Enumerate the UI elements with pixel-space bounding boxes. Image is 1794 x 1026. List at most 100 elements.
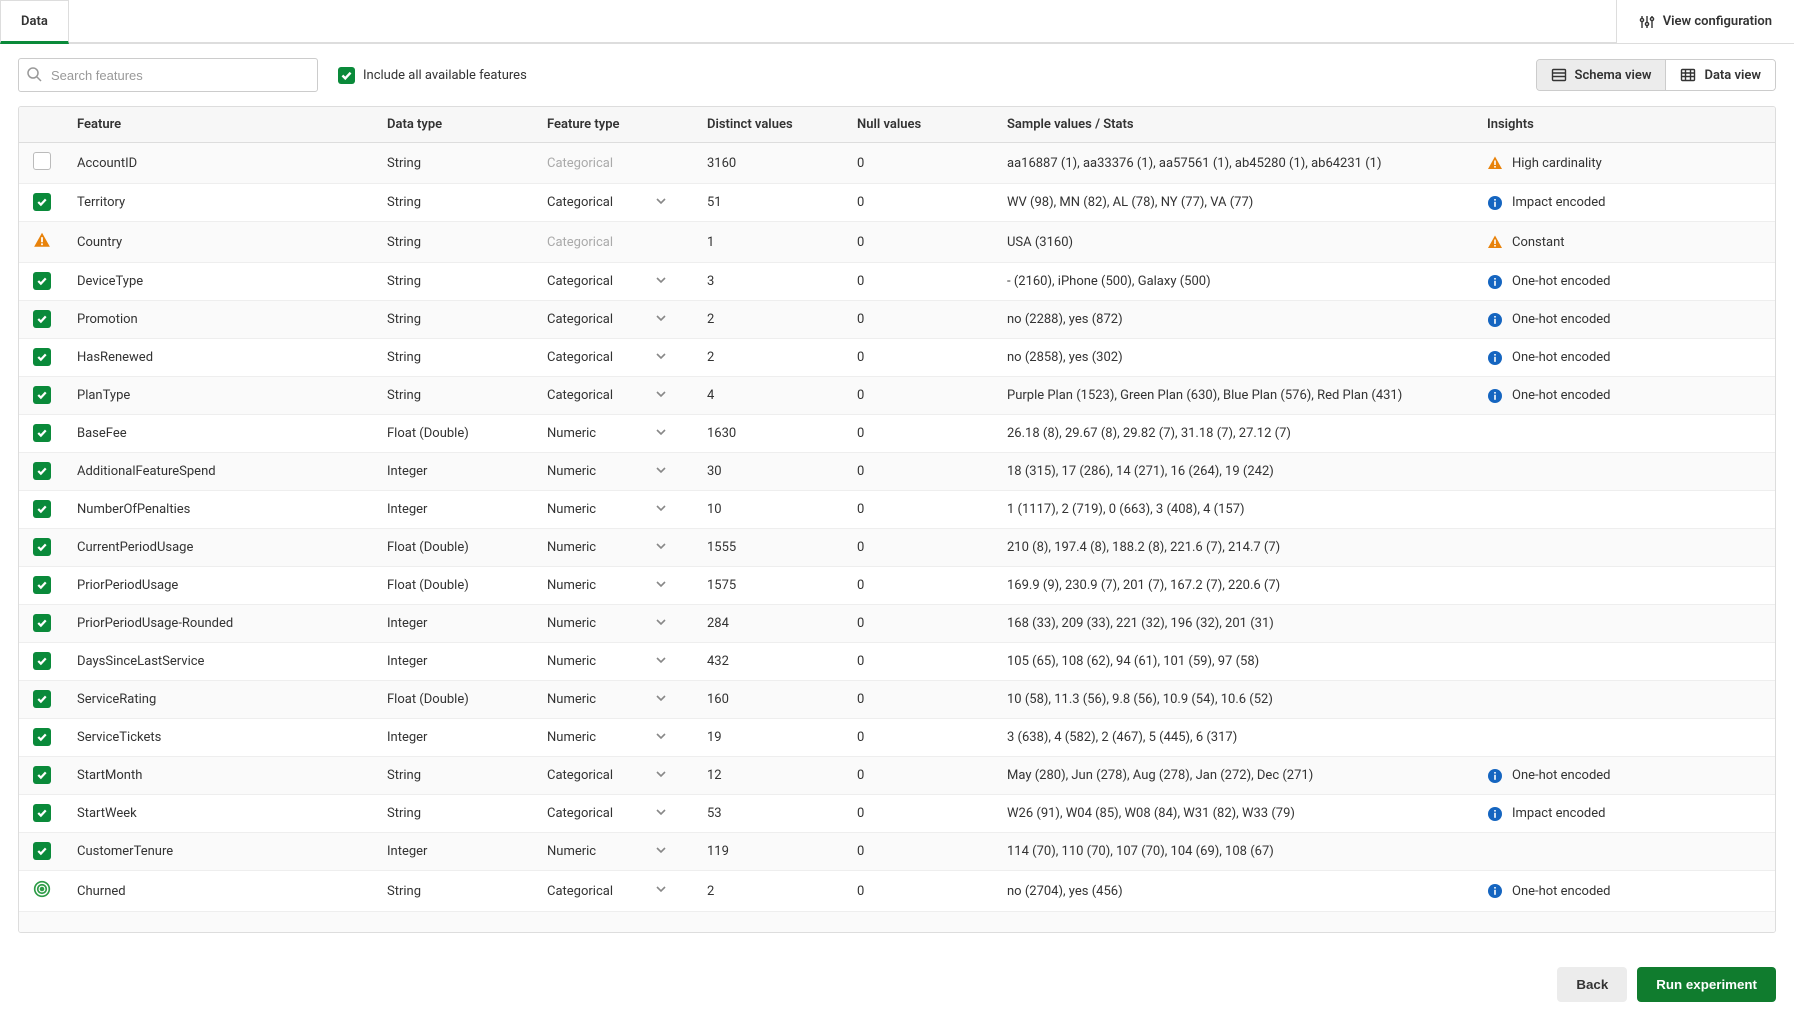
schema-view-button[interactable]: Schema view [1537, 60, 1666, 90]
cell-status [19, 529, 65, 567]
col-header-select [19, 107, 65, 143]
cell-sample: 210 (8), 197.4 (8), 188.2 (8), 221.6 (7)… [995, 529, 1475, 567]
row-checkbox-on[interactable] [33, 804, 51, 822]
cell-datatype: Integer [375, 491, 535, 529]
view-configuration-button[interactable]: View configuration [1616, 0, 1794, 43]
row-checkbox-on[interactable] [33, 576, 51, 594]
feature-type-select[interactable]: Categorical [547, 883, 667, 899]
cell-distinct: 51 [695, 184, 845, 222]
cell-featuretype: Numeric [535, 833, 695, 871]
row-checkbox-on[interactable] [33, 614, 51, 632]
run-experiment-button[interactable]: Run experiment [1637, 967, 1776, 1002]
row-checkbox-off[interactable] [33, 152, 51, 170]
row-checkbox-on[interactable] [33, 842, 51, 860]
col-header-feature[interactable]: Feature [65, 107, 375, 143]
back-button[interactable]: Back [1557, 967, 1627, 1002]
feature-type-select[interactable]: Numeric [547, 844, 667, 860]
feature-type-select[interactable]: Numeric [547, 578, 667, 594]
cell-nulls: 0 [845, 757, 995, 795]
cell-status [19, 491, 65, 529]
cell-sample: USA (3160) [995, 222, 1475, 263]
feature-type-select[interactable]: Numeric [547, 616, 667, 632]
info-icon [1487, 312, 1503, 328]
feature-type-value: Categorical [547, 884, 613, 899]
cell-datatype: Float (Double) [375, 529, 535, 567]
feature-type-select[interactable]: Numeric [547, 730, 667, 746]
data-view-button[interactable]: Data view [1665, 60, 1775, 90]
insight-text: Impact encoded [1512, 195, 1605, 210]
row-checkbox-on[interactable] [33, 538, 51, 556]
cell-sample: 10 (58), 11.3 (56), 9.8 (56), 10.9 (54),… [995, 681, 1475, 719]
cell-distinct: 119 [695, 833, 845, 871]
col-header-featuretype[interactable]: Feature type [535, 107, 695, 143]
feature-type-value: Numeric [547, 540, 596, 555]
chevron-down-icon [655, 692, 667, 708]
include-all-checkbox[interactable]: Include all available features [338, 67, 527, 84]
cell-status [19, 757, 65, 795]
table-row: BaseFeeFloat (Double)Numeric1630026.18 (… [19, 415, 1775, 453]
row-checkbox-on[interactable] [33, 728, 51, 746]
col-header-distinct[interactable]: Distinct values [695, 107, 845, 143]
cell-datatype: Integer [375, 643, 535, 681]
feature-type-select[interactable]: Numeric [547, 540, 667, 556]
cell-status [19, 377, 65, 415]
feature-type-select[interactable]: Categorical [547, 195, 667, 211]
row-checkbox-on[interactable] [33, 310, 51, 328]
table-row: StartMonthStringCategorical120May (280),… [19, 757, 1775, 795]
row-checkbox-on[interactable] [33, 193, 51, 211]
table-row: AdditionalFeatureSpendIntegerNumeric3001… [19, 453, 1775, 491]
search-icon [26, 66, 42, 82]
cell-distinct: 1630 [695, 415, 845, 453]
row-checkbox-on[interactable] [33, 462, 51, 480]
row-checkbox-on[interactable] [33, 652, 51, 670]
row-target-icon [33, 887, 51, 902]
cell-insights [1475, 681, 1775, 719]
feature-type-select[interactable]: Numeric [547, 426, 667, 442]
search-input[interactable] [18, 58, 318, 92]
row-checkbox-on[interactable] [33, 386, 51, 404]
insight-text: High cardinality [1512, 156, 1602, 171]
cell-distinct: 1555 [695, 529, 845, 567]
feature-type-select[interactable]: Categorical [547, 768, 667, 784]
cell-distinct: 284 [695, 605, 845, 643]
insight: One-hot encoded [1487, 388, 1763, 404]
feature-type-select[interactable]: Categorical [547, 388, 667, 404]
chevron-down-icon [655, 502, 667, 518]
cell-insights [1475, 833, 1775, 871]
feature-type-select[interactable]: Numeric [547, 502, 667, 518]
insight: One-hot encoded [1487, 274, 1763, 290]
feature-type-value: Numeric [547, 426, 596, 441]
row-checkbox-on[interactable] [33, 690, 51, 708]
chevron-down-icon [655, 578, 667, 594]
cell-distinct: 3 [695, 263, 845, 301]
col-header-nulls[interactable]: Null values [845, 107, 995, 143]
feature-type-select[interactable]: Categorical [547, 350, 667, 366]
cell-featuretype: Numeric [535, 529, 695, 567]
col-header-insights[interactable]: Insights [1475, 107, 1775, 143]
cell-feature: Promotion [65, 301, 375, 339]
cell-datatype: String [375, 871, 535, 912]
cell-distinct: 1575 [695, 567, 845, 605]
cell-insights [1475, 719, 1775, 757]
row-checkbox-on[interactable] [33, 766, 51, 784]
cell-featuretype: Numeric [535, 643, 695, 681]
row-checkbox-on[interactable] [33, 348, 51, 366]
feature-type-value: Numeric [547, 844, 596, 859]
table-row: AccountIDStringCategorical31600aa16887 (… [19, 143, 1775, 184]
cell-datatype: String [375, 263, 535, 301]
tab-data[interactable]: Data [0, 0, 69, 44]
cell-status [19, 453, 65, 491]
feature-type-select[interactable]: Numeric [547, 654, 667, 670]
insight: One-hot encoded [1487, 350, 1763, 366]
row-checkbox-on[interactable] [33, 424, 51, 442]
feature-type-select[interactable]: Categorical [547, 274, 667, 290]
feature-type-select[interactable]: Categorical [547, 312, 667, 328]
col-header-sample[interactable]: Sample values / Stats [995, 107, 1475, 143]
col-header-datatype[interactable]: Data type [375, 107, 535, 143]
row-checkbox-on[interactable] [33, 500, 51, 518]
feature-type-select[interactable]: Categorical [547, 806, 667, 822]
feature-type-select[interactable]: Numeric [547, 692, 667, 708]
row-checkbox-on[interactable] [33, 272, 51, 290]
cell-sample: 26.18 (8), 29.67 (8), 29.82 (7), 31.18 (… [995, 415, 1475, 453]
feature-type-select[interactable]: Numeric [547, 464, 667, 480]
